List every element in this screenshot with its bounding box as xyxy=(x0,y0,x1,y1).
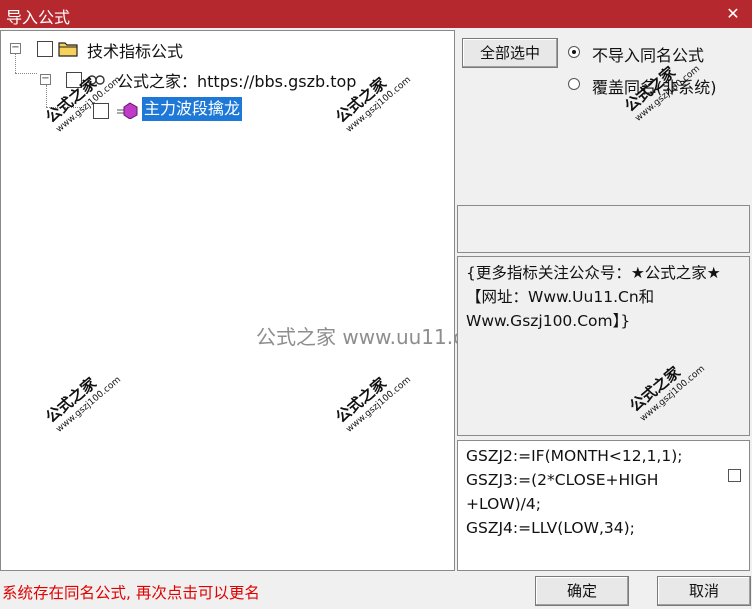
tree-node-root[interactable]: − 技术指标公式 xyxy=(1,37,301,61)
code-checkbox[interactable] xyxy=(728,469,741,482)
formula-checkbox[interactable] xyxy=(93,103,109,119)
folder-icon xyxy=(58,42,78,57)
select-all-button[interactable]: 全部选中 xyxy=(462,38,558,68)
tree-node-label: 技术指标公式 xyxy=(87,42,184,61)
window-title: 导入公式 xyxy=(6,8,71,27)
ok-button[interactable]: 确定 xyxy=(535,576,629,606)
tree-node-formula[interactable]: 主力波段擒龙 xyxy=(1,97,301,121)
description-box: {更多指标关注公众号：★公式之家★ 【网址：Www.Uu11.Cn和Www.Gs… xyxy=(457,256,750,436)
code-line: GSZJ4:=LLV(LOW,34); xyxy=(466,519,635,537)
tree-node-source[interactable]: − 公式之家：https://bbs.gszb.top xyxy=(1,67,421,91)
root-checkbox[interactable] xyxy=(37,41,53,57)
code-preview[interactable]: GSZJ2:=IF(MONTH<12,1,1); GSZJ3:=(2*CLOSE… xyxy=(457,440,750,571)
tree-node-label: 公式之家：https://bbs.gszb.top xyxy=(117,72,357,91)
source-checkbox[interactable] xyxy=(66,72,82,88)
tree-node-label-selected: 主力波段擒龙 xyxy=(142,97,243,121)
close-icon[interactable]: ✕ xyxy=(722,3,744,25)
center-watermark: 公式之家 www.uu11.cn xyxy=(256,325,477,349)
radio-label: 覆盖同名(非系统) xyxy=(592,78,717,97)
radio-label: 不导入同名公式 xyxy=(592,46,705,65)
code-line: GSZJ2:=IF(MONTH<12,1,1); xyxy=(466,447,683,465)
watermark: 公式之家 www.gszj100.com xyxy=(42,373,123,435)
link-icon xyxy=(87,75,105,85)
radio-checked-icon[interactable] xyxy=(568,46,580,58)
code-line: GSZJ3:=(2*CLOSE+HIGH xyxy=(466,471,659,489)
code-line: +LOW)/4; xyxy=(466,495,541,513)
watermark: 公式之家 www.gszj100.com xyxy=(332,373,413,435)
collapse-icon[interactable]: − xyxy=(10,43,21,54)
empty-info-box xyxy=(457,205,750,253)
formula-tree[interactable]: − 技术指标公式 − 公式之家：https://bbs.gszb.top 主力波… xyxy=(0,30,477,571)
status-message: 系统存在同名公式, 再次点击可以更名 xyxy=(2,584,260,602)
title-bar: 导入公式 ✕ xyxy=(0,0,752,28)
collapse-icon[interactable]: − xyxy=(40,74,51,85)
formula-icon xyxy=(117,102,138,119)
description-text: {更多指标关注公众号：★公式之家★ 【网址：Www.Uu11.Cn和Www.Gs… xyxy=(466,264,721,330)
radio-unchecked-icon[interactable] xyxy=(568,78,580,90)
cancel-button[interactable]: 取消 xyxy=(657,576,751,606)
